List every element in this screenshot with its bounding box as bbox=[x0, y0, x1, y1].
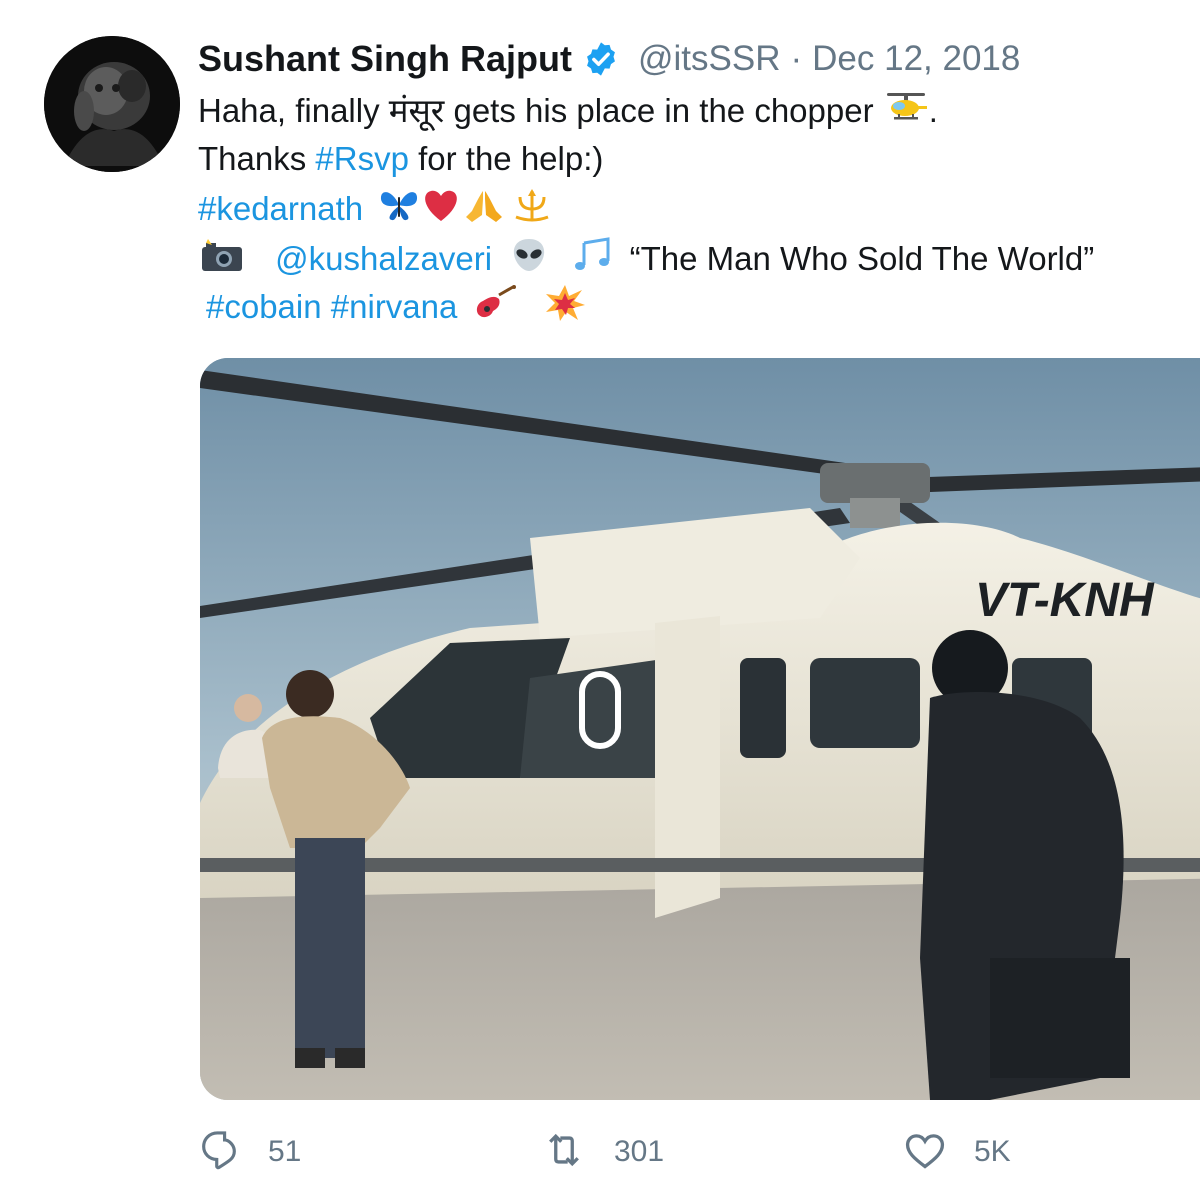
tweet-text-line-5: #cobain #nirvana bbox=[206, 284, 586, 330]
tweet-text-line-4: @kushalzaveri “The Man Who Sold The Worl… bbox=[198, 236, 1094, 282]
musical-notes-emoji bbox=[570, 237, 614, 285]
verified-badge-icon bbox=[582, 40, 620, 78]
text-segment: . bbox=[928, 92, 938, 129]
hashtag-rsvp[interactable]: #Rsvp bbox=[315, 140, 409, 177]
tweet-media[interactable]: VT-KNH bbox=[200, 358, 1200, 1100]
like-count: 5K bbox=[974, 1135, 1011, 1168]
camera-flash-emoji bbox=[198, 237, 246, 285]
text-segment: for the help:) bbox=[408, 140, 604, 177]
text-segment: gets his place in the chopper bbox=[444, 92, 883, 129]
song-title: “The Man Who Sold The World” bbox=[629, 240, 1095, 277]
trident-emblem-emoji bbox=[510, 187, 554, 235]
tweet-actions: 51 301 5K bbox=[0, 1128, 1200, 1184]
guitar-emoji bbox=[473, 285, 517, 333]
retweet-icon[interactable] bbox=[540, 1128, 588, 1176]
helicopter-emoji bbox=[883, 90, 929, 136]
text-segment: Thanks bbox=[198, 140, 316, 177]
author-name[interactable]: Sushant Singh Rajput bbox=[198, 38, 572, 80]
retweet-count: 301 bbox=[614, 1135, 665, 1168]
tweet-text-line-3: #kedarnath bbox=[198, 186, 554, 232]
hashtag-cobain[interactable]: #cobain bbox=[206, 288, 322, 325]
tweet-text-line-2: Thanks #Rsvp for the help:) bbox=[198, 136, 603, 182]
collision-emoji bbox=[544, 284, 586, 334]
reply-count: 51 bbox=[268, 1135, 302, 1168]
tweet-date[interactable]: Dec 12, 2018 bbox=[812, 39, 1020, 79]
author-avatar[interactable] bbox=[44, 36, 180, 172]
hindi-word: मंसूर bbox=[388, 91, 445, 130]
tweet-header: Sushant Singh Rajput @itsSSR · Dec 12, 2… bbox=[198, 34, 1020, 84]
hashtag-kedarnath[interactable]: #kedarnath bbox=[198, 190, 363, 227]
mention-kushalzaveri[interactable]: @kushalzaveri bbox=[275, 240, 492, 277]
text-segment: Haha, finally bbox=[198, 92, 389, 129]
reply-action[interactable]: 51 bbox=[200, 1128, 301, 1176]
hashtag-nirvana[interactable]: #nirvana bbox=[331, 288, 458, 325]
like-action[interactable]: 5K bbox=[902, 1128, 1011, 1176]
author-handle[interactable]: @itsSSR bbox=[638, 39, 781, 79]
aircraft-registration: VT-KNH bbox=[975, 574, 1155, 627]
retweet-action[interactable]: 301 bbox=[540, 1128, 664, 1176]
butterfly-emoji bbox=[378, 187, 420, 235]
folded-hands-emoji bbox=[462, 187, 506, 235]
red-heart-emoji bbox=[420, 187, 462, 235]
like-icon[interactable] bbox=[902, 1128, 948, 1176]
header-separator: · bbox=[790, 39, 803, 78]
reply-icon[interactable] bbox=[200, 1128, 242, 1176]
alien-emoji bbox=[509, 237, 549, 285]
tweet-text-line-1: Haha, finally मंसूर gets his place in th… bbox=[198, 88, 938, 134]
